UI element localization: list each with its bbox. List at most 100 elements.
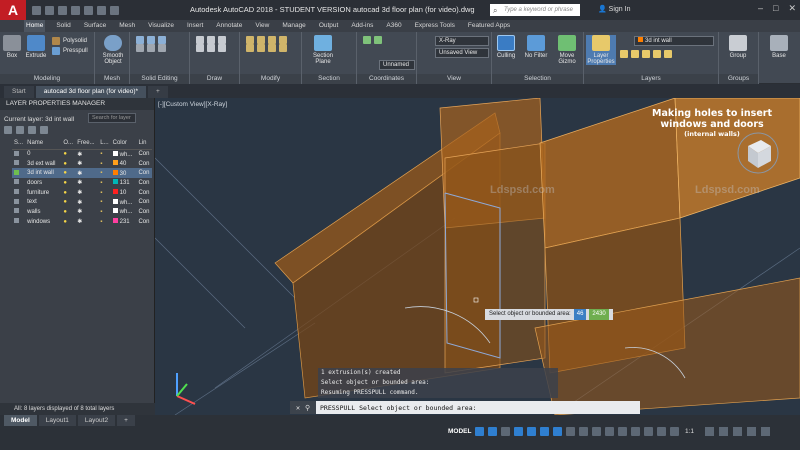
layer-lock-icon[interactable]: ▪	[98, 197, 110, 207]
isolate-objects-icon[interactable]	[747, 427, 756, 436]
scale-icon[interactable]	[279, 44, 287, 52]
layer-status-icon[interactable]	[12, 168, 26, 179]
layer-isolate-icon[interactable]	[620, 50, 628, 58]
mirror-icon[interactable]	[279, 36, 287, 44]
layer-off-icon[interactable]	[642, 50, 650, 58]
layer-color[interactable]: 131	[111, 178, 137, 188]
base-button[interactable]: Base	[765, 35, 793, 59]
layer-linetype[interactable]: Con	[136, 207, 152, 217]
customize-icon[interactable]	[761, 427, 770, 436]
new-tab-button[interactable]: +	[148, 86, 168, 98]
save-icon[interactable]	[58, 5, 67, 15]
minimize-icon[interactable]: –	[758, 3, 763, 14]
workspace-icon[interactable]	[705, 427, 714, 436]
add-layout-button[interactable]: +	[117, 415, 135, 426]
grid-icon[interactable]	[475, 427, 484, 436]
extract-edges-icon[interactable]	[158, 44, 166, 52]
dynamic-input-field-1[interactable]: 46	[573, 309, 587, 320]
new-icon[interactable]	[32, 5, 41, 15]
tab-visualize[interactable]: Visualize	[146, 20, 176, 32]
new-layer-icon[interactable]	[4, 126, 12, 134]
slice-icon[interactable]	[136, 44, 144, 52]
snap-icon[interactable]	[488, 427, 497, 436]
subtract-icon[interactable]	[147, 36, 155, 44]
layer-search-input[interactable]: Search for layer	[88, 113, 136, 123]
layer-on-icon[interactable]: ●	[61, 197, 75, 207]
layer-freeze-icon[interactable]: ✱	[75, 149, 98, 159]
delete-layer-icon[interactable]	[28, 126, 36, 134]
visual-style-dropdown[interactable]: X-Ray	[435, 36, 489, 46]
layer-color[interactable]: 10	[111, 188, 137, 198]
layer-linetype[interactable]: Con	[136, 168, 152, 179]
layer-on-icon[interactable]: ●	[61, 188, 75, 198]
annotation-scale[interactable]: 1:1	[685, 428, 694, 435]
section-plane-button[interactable]: Section Plane	[308, 35, 338, 65]
maximize-icon[interactable]: □	[773, 3, 778, 14]
layer-status-icon[interactable]	[12, 207, 25, 217]
command-input[interactable]: PRESSPULL Select object or bounded area:	[316, 404, 477, 412]
layer-lock-icon[interactable]	[653, 50, 661, 58]
gizmo-icon[interactable]	[644, 427, 653, 436]
tab-layout2[interactable]: Layout2	[77, 415, 116, 426]
tab-add-ins[interactable]: Add-ins	[349, 20, 375, 32]
layer-match-icon[interactable]	[664, 50, 672, 58]
polysolid-button[interactable]: Polysolid	[52, 36, 88, 46]
tab-annotate[interactable]: Annotate	[214, 20, 244, 32]
named-view-dropdown[interactable]: Unsaved View	[435, 48, 489, 58]
col-on[interactable]: O...	[61, 138, 76, 150]
layer-on-icon[interactable]: ●	[61, 149, 75, 159]
viewport-controls-label[interactable]: [-][Custom View][X-Ray]	[158, 101, 227, 108]
fillet-icon[interactable]	[246, 44, 254, 52]
union-icon[interactable]	[136, 36, 144, 44]
customize-command-icon[interactable]: ⚲	[305, 404, 310, 412]
save-as-icon[interactable]	[71, 5, 80, 15]
selection-cycling-icon[interactable]	[592, 427, 601, 436]
move-gizmo-button[interactable]: Move Gizmo	[554, 35, 580, 65]
tab-insert[interactable]: Insert	[185, 20, 205, 32]
layer-freeze-icon[interactable]: ✱	[75, 188, 98, 198]
no-filter-button[interactable]: No Filter	[522, 35, 550, 59]
layer-color[interactable]: wh...	[111, 149, 137, 159]
tab-surface[interactable]: Surface	[82, 20, 108, 32]
tab-solid[interactable]: Solid	[54, 20, 72, 32]
tab-start[interactable]: Start	[4, 86, 34, 98]
tab-view[interactable]: View	[253, 20, 271, 32]
model-space-toggle[interactable]: MODEL	[448, 428, 471, 435]
layer-row[interactable]: furniture ● ✱ ▪ 10 Con	[12, 188, 152, 198]
lineweight-icon[interactable]	[566, 427, 575, 436]
erase-icon[interactable]	[268, 44, 276, 52]
layer-freeze-icon[interactable]: ✱	[75, 168, 99, 179]
layer-row[interactable]: 3d ext wall ● ✱ ▪ 40 Con	[12, 159, 152, 169]
layer-freeze-icon[interactable]: ✱	[75, 159, 98, 169]
extrude-button[interactable]: Extrude	[24, 35, 48, 59]
copy-icon[interactable]	[268, 36, 276, 44]
box-button[interactable]: Box	[3, 35, 21, 59]
units-icon[interactable]	[733, 427, 742, 436]
layer-freeze-icon[interactable]	[631, 50, 639, 58]
annotation-monitor-icon[interactable]	[719, 427, 728, 436]
thicken-icon[interactable]	[147, 44, 155, 52]
layer-linetype[interactable]: Con	[136, 188, 152, 198]
redo-icon[interactable]	[110, 5, 119, 15]
layer-properties-button[interactable]: Layer Properties	[586, 35, 616, 65]
layer-on-icon[interactable]: ●	[61, 217, 75, 227]
group-button[interactable]: Group	[723, 35, 753, 59]
layer-color[interactable]: wh...	[111, 207, 137, 217]
sign-in-button[interactable]: 👤 Sign In	[598, 5, 630, 13]
layer-linetype[interactable]: Con	[136, 149, 152, 159]
layer-linetype[interactable]: Con	[136, 217, 152, 227]
col-status[interactable]: S...	[12, 138, 26, 150]
polyline-icon[interactable]	[207, 36, 215, 44]
layer-freeze-icon[interactable]: ✱	[75, 178, 98, 188]
layer-lock-icon[interactable]: ▪	[98, 178, 110, 188]
layer-lock-icon[interactable]: ▪	[98, 159, 110, 169]
layer-on-icon[interactable]: ●	[61, 178, 75, 188]
layer-freeze-icon[interactable]: ✱	[75, 217, 98, 227]
layer-status-icon[interactable]	[12, 159, 25, 169]
ucs-icon[interactable]	[363, 36, 371, 44]
layer-linetype[interactable]: Con	[136, 178, 152, 188]
layer-status-icon[interactable]	[12, 149, 25, 159]
transparency-icon[interactable]	[579, 427, 588, 436]
layer-linetype[interactable]: Con	[136, 197, 152, 207]
col-name[interactable]: Name	[25, 138, 62, 150]
